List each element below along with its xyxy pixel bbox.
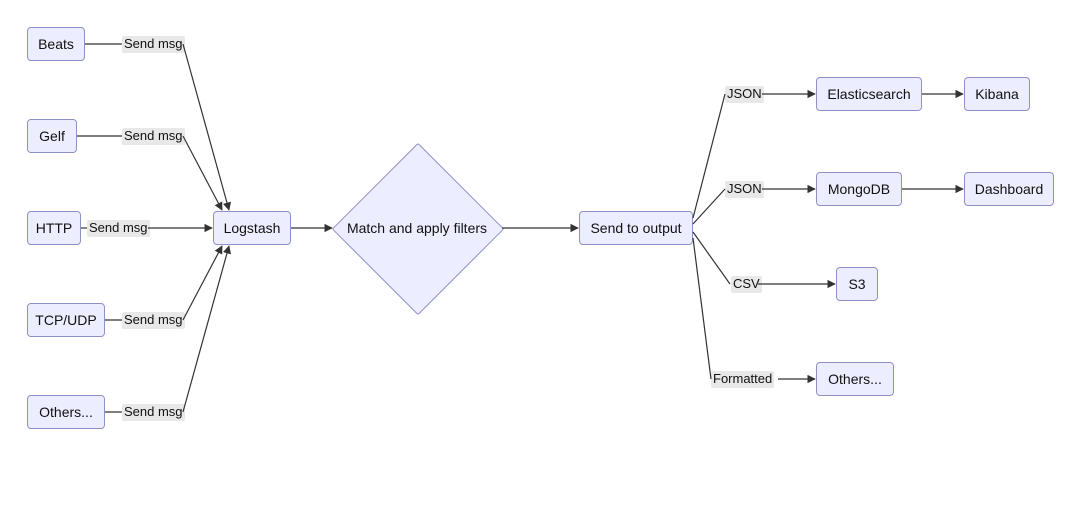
- edge-label-json: JSON: [725, 86, 764, 103]
- node-label: Elasticsearch: [827, 86, 910, 102]
- node-dashboard: Dashboard: [964, 172, 1054, 206]
- node-label: Kibana: [975, 86, 1019, 102]
- node-label: Gelf: [39, 128, 65, 144]
- edge-label-send-msg: Send msg: [87, 220, 150, 237]
- node-filters: Match and apply filters: [332, 143, 502, 313]
- edge-label-send-msg: Send msg: [122, 128, 185, 145]
- edge-label-send-msg: Send msg: [122, 404, 185, 421]
- node-http: HTTP: [27, 211, 81, 245]
- node-label: HTTP: [36, 220, 73, 236]
- node-label: Others...: [39, 404, 93, 420]
- node-label: MongoDB: [828, 181, 890, 197]
- node-others-in: Others...: [27, 395, 105, 429]
- node-label: Match and apply filters: [347, 220, 487, 236]
- node-label: Logstash: [224, 220, 281, 236]
- node-send-to-output: Send to output: [579, 211, 693, 245]
- node-others-out: Others...: [816, 362, 894, 396]
- edge-label-json: JSON: [725, 181, 764, 198]
- node-tcpudp: TCP/UDP: [27, 303, 105, 337]
- node-s3: S3: [836, 267, 878, 301]
- node-label: Send to output: [590, 220, 681, 236]
- edges-layer: [0, 0, 1089, 517]
- node-label: S3: [848, 276, 865, 292]
- node-mongodb: MongoDB: [816, 172, 902, 206]
- node-beats: Beats: [27, 27, 85, 61]
- node-label: Beats: [38, 36, 74, 52]
- node-gelf: Gelf: [27, 119, 77, 153]
- edge-label-send-msg: Send msg: [122, 36, 185, 53]
- node-kibana: Kibana: [964, 77, 1030, 111]
- node-label: TCP/UDP: [35, 312, 96, 328]
- edge-label-send-msg: Send msg: [122, 312, 185, 329]
- node-elasticsearch: Elasticsearch: [816, 77, 922, 111]
- edge-label-formatted: Formatted: [711, 371, 774, 388]
- edge-label-csv: CSV: [731, 276, 762, 293]
- node-label: Others...: [828, 371, 882, 387]
- node-logstash: Logstash: [213, 211, 291, 245]
- node-label: Dashboard: [975, 181, 1044, 197]
